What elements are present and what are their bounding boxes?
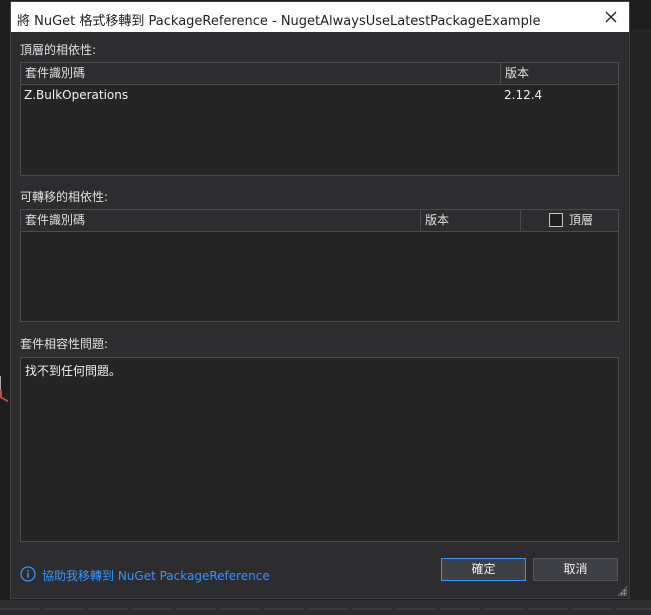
column-header-package-id[interactable]: 套件識別碼 bbox=[21, 210, 420, 231]
ide-side-panel bbox=[631, 30, 651, 600]
close-button[interactable] bbox=[601, 7, 621, 27]
transitive-grid-header: 套件識別碼 版本 頂層 bbox=[21, 210, 618, 232]
column-header-version[interactable]: 版本 bbox=[500, 63, 618, 84]
info-icon bbox=[20, 566, 36, 582]
compat-issues-text: 找不到任何問題。 bbox=[25, 364, 122, 378]
compat-issues-box[interactable]: 找不到任何問題。 bbox=[20, 357, 619, 542]
editor-gutter-mark bbox=[0, 376, 6, 390]
title-bar: 將 NuGet 格式移轉到 PackageReference - NugetAl… bbox=[11, 2, 629, 32]
compat-label: 套件相容性問題: bbox=[20, 337, 109, 351]
top-level-label: 頂層的相依性: bbox=[20, 43, 97, 57]
package-id-cell: Z.BulkOperations bbox=[24, 88, 129, 102]
resize-grip[interactable] bbox=[617, 586, 627, 596]
top-level-column-label: 頂層 bbox=[569, 213, 594, 227]
top-level-grid: 套件識別碼 版本 Z.BulkOperations 2.12.4 bbox=[20, 62, 619, 176]
top-level-grid-header: 套件識別碼 版本 bbox=[21, 63, 618, 85]
cancel-button[interactable]: 取消 bbox=[533, 558, 618, 581]
transitive-label: 可轉移的相依性: bbox=[20, 190, 109, 204]
column-header-package-id[interactable]: 套件識別碼 bbox=[21, 63, 500, 84]
version-cell: 2.12.4 bbox=[504, 88, 543, 102]
migrate-dialog: 將 NuGet 格式移轉到 PackageReference - NugetAl… bbox=[10, 1, 630, 599]
column-header-version[interactable]: 版本 bbox=[420, 210, 520, 231]
table-row[interactable]: Z.BulkOperations 2.12.4 bbox=[21, 85, 618, 105]
close-icon bbox=[605, 11, 617, 23]
select-all-checkbox[interactable] bbox=[549, 213, 563, 227]
window-title: 將 NuGet 格式移轉到 PackageReference - NugetAl… bbox=[17, 14, 541, 29]
help-link-text[interactable]: 協助我移轉到 NuGet PackageReference bbox=[42, 567, 270, 584]
ide-status-area bbox=[0, 600, 651, 615]
ok-button[interactable]: 確定 bbox=[441, 558, 526, 581]
ide-backdrop bbox=[0, 0, 10, 615]
column-header-top-level[interactable]: 頂層 bbox=[520, 210, 618, 231]
transitive-grid: 套件識別碼 版本 頂層 bbox=[20, 209, 619, 322]
